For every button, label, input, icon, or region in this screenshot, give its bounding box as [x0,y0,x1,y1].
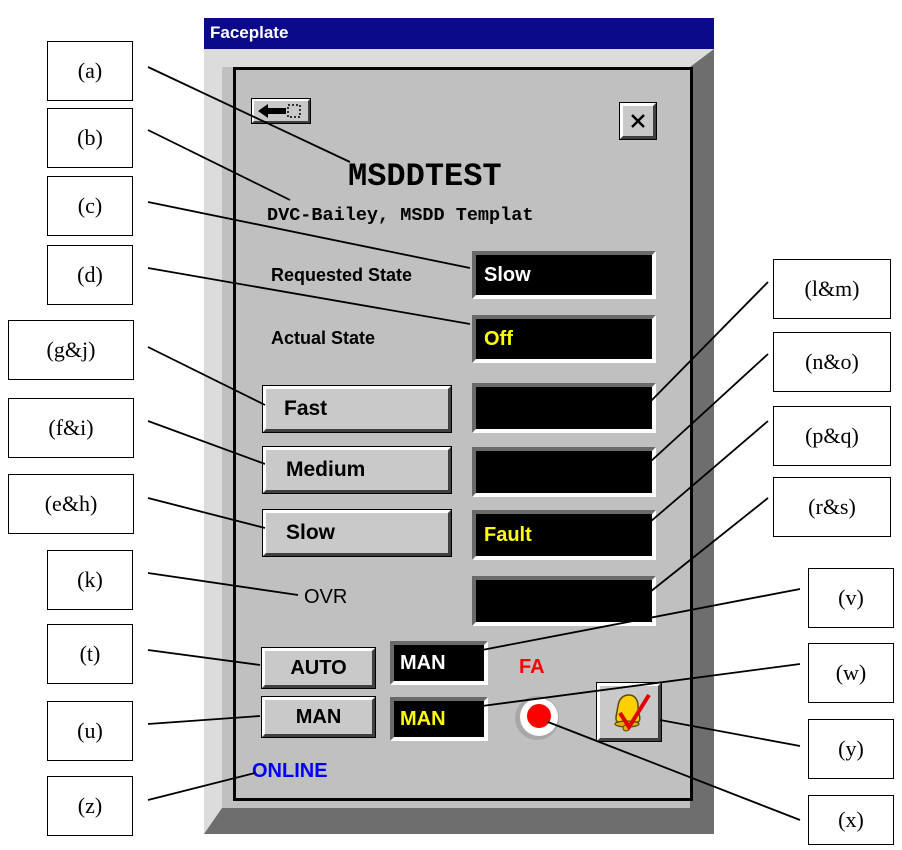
callout-p-q: (p&q) [773,406,891,466]
callout-n-o: (n&o) [773,332,891,392]
callout-r-s: (r&s) [773,477,891,537]
callout-t: (t) [47,624,133,684]
callout-u: (u) [47,701,133,761]
callout-leader-lines [147,66,801,821]
callout-y: (y) [808,719,894,779]
callout-x: (x) [808,795,894,845]
callout-k: (k) [47,550,133,610]
callout-z: (z) [47,776,133,836]
callout-w: (w) [808,643,894,703]
callout-b: (b) [47,108,133,168]
callout-a: (a) [47,41,133,101]
callout-v: (v) [808,568,894,628]
callout-c: (c) [47,176,133,236]
callout-f-i: (f&i) [8,398,134,458]
callout-e-h: (e&h) [8,474,134,534]
callout-d: (d) [47,245,133,305]
callout-g-j: (g&j) [8,320,134,380]
callout-l-m: (l&m) [773,259,891,319]
